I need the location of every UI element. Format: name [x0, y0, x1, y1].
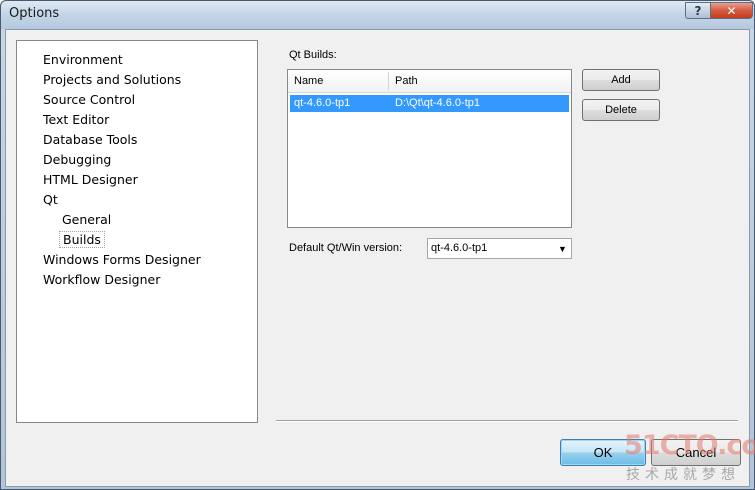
list-header: Name Path [288, 70, 571, 93]
footer-divider [276, 420, 738, 422]
default-version-select[interactable]: qt-4.6.0-tp1 ▼ [427, 238, 572, 259]
table-row[interactable]: qt-4.6.0-tp1 D:\Qt\qt-4.6.0-tp1 [290, 95, 569, 112]
help-button[interactable]: ? [685, 2, 711, 19]
help-icon: ? [694, 3, 702, 18]
row-name-cell: qt-4.6.0-tp1 [294, 97, 351, 109]
tree-item-qt-builds[interactable]: Builds [59, 231, 105, 248]
qt-builds-label: Qt Builds: [289, 49, 337, 61]
column-header-name[interactable]: Name [288, 70, 388, 92]
cancel-button[interactable]: Cancel [651, 439, 741, 466]
tree-item-windows-forms-designer[interactable]: Windows Forms Designer [41, 251, 203, 268]
tree-item-environment[interactable]: Environment [41, 51, 125, 68]
ok-button-label: OK [593, 445, 613, 460]
watermark-slogan: 技术成就梦想 [626, 467, 740, 483]
column-header-path[interactable]: Path [389, 70, 571, 92]
dialog-client-area: Environment Projects and Solutions Sourc… [5, 29, 755, 487]
close-icon: ✕ [726, 3, 737, 18]
options-tree[interactable]: Environment Projects and Solutions Sourc… [16, 40, 258, 423]
close-button[interactable]: ✕ [710, 2, 753, 19]
default-version-value: qt-4.6.0-tp1 [431, 242, 488, 254]
ok-button[interactable]: OK [560, 439, 646, 466]
delete-button-label: Delete [605, 104, 637, 116]
tree-item-qt-general[interactable]: General [60, 211, 113, 228]
add-build-button[interactable]: Add [582, 69, 660, 91]
delete-build-button[interactable]: Delete [582, 99, 660, 121]
tree-item-projects-and-solutions[interactable]: Projects and Solutions [41, 71, 183, 88]
row-path-cell: D:\Qt\qt-4.6.0-tp1 [395, 97, 480, 109]
add-button-label: Add [611, 74, 631, 86]
tree-item-text-editor[interactable]: Text Editor [41, 111, 111, 128]
tree-item-html-designer[interactable]: HTML Designer [41, 171, 140, 188]
tree-item-qt[interactable]: Qt [41, 191, 60, 208]
tree-item-workflow-designer[interactable]: Workflow Designer [41, 271, 162, 288]
default-version-label: Default Qt/Win version: [289, 242, 403, 254]
tree-item-source-control[interactable]: Source Control [41, 91, 137, 108]
cancel-button-label: Cancel [675, 445, 717, 460]
tree-item-database-tools[interactable]: Database Tools [41, 131, 139, 148]
title-bar[interactable]: Options ? ✕ [1, 1, 754, 29]
tree-item-debugging[interactable]: Debugging [41, 151, 113, 168]
chevron-down-icon[interactable]: ▼ [554, 239, 571, 258]
qt-builds-list[interactable]: Name Path qt-4.6.0-tp1 D:\Qt\qt-4.6.0-tp… [287, 69, 572, 228]
window-title: Options [9, 6, 60, 21]
options-dialog: Options ? ✕ Environment Projects and Sol… [0, 0, 755, 490]
